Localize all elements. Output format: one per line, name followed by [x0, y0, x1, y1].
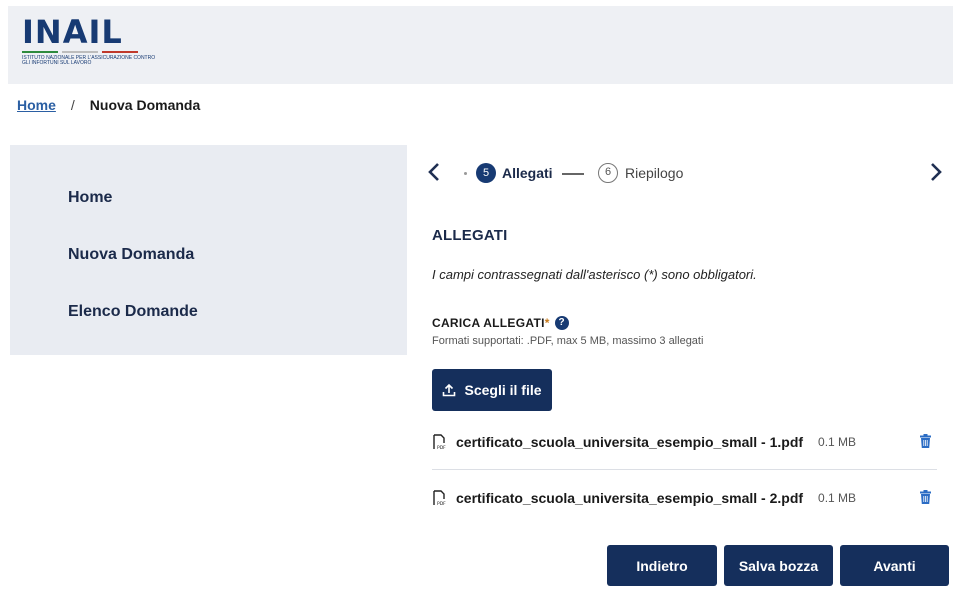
- logo-subtitle: ISTITUTO NAZIONALE PER L'ASSICURAZIONE C…: [22, 55, 156, 66]
- sidebar-item-home[interactable]: Home: [68, 189, 112, 207]
- upload-label-text: CARICA ALLEGATI: [432, 316, 545, 330]
- required-fields-note: I campi contrassegnati dall'asterisco (*…: [432, 267, 757, 282]
- help-icon[interactable]: ?: [554, 316, 569, 330]
- logo-wordmark: INAIL: [22, 13, 123, 51]
- upload-field-label: CARICA ALLEGATI * ?: [432, 316, 569, 330]
- sidebar-item-elenco-domande[interactable]: Elenco Domande: [68, 303, 198, 321]
- upload-icon: [443, 383, 456, 397]
- step-5-number: 5: [476, 163, 496, 183]
- file-row: PDF certificato_scuola_universita_esempi…: [432, 432, 937, 452]
- pdf-file-icon: PDF: [433, 434, 446, 450]
- required-asterisk: *: [544, 316, 550, 330]
- pdf-file-icon: PDF: [433, 490, 446, 506]
- file-name: certificato_scuola_universita_esempio_sm…: [456, 490, 804, 506]
- logo-tricolor-bars: [22, 51, 162, 53]
- file-row: PDF certificato_scuola_universita_esempi…: [432, 488, 937, 508]
- file-size: 0.1 MB: [818, 491, 857, 505]
- upload-hint: Formati supportati: .PDF, max 5 MB, mass…: [432, 335, 704, 347]
- save-draft-button[interactable]: Salva bozza: [724, 545, 833, 586]
- next-button[interactable]: Avanti: [840, 545, 949, 586]
- choose-file-label: Scegli il file: [464, 382, 542, 398]
- trash-icon[interactable]: [920, 434, 931, 448]
- breadcrumb-home-link[interactable]: Home: [17, 97, 56, 113]
- inail-logo[interactable]: INAIL ISTITUTO NAZIONALE PER L'ASSICURAZ…: [22, 16, 162, 66]
- breadcrumb: Home / Nuova Domanda: [17, 97, 200, 113]
- step-connector: [562, 173, 584, 175]
- chevron-right-icon[interactable]: [930, 162, 942, 186]
- file-name: certificato_scuola_universita_esempio_sm…: [456, 434, 804, 450]
- step-6-number: 6: [598, 163, 618, 183]
- step-5-label: Allegati: [502, 165, 553, 181]
- step-dot: [464, 172, 467, 175]
- breadcrumb-separator: /: [70, 97, 75, 113]
- trash-icon[interactable]: [920, 490, 931, 504]
- step-6-label: Riepilogo: [625, 165, 684, 181]
- back-button[interactable]: Indietro: [607, 545, 717, 586]
- svg-text:PDF: PDF: [437, 445, 446, 450]
- chevron-left-icon[interactable]: [428, 162, 440, 186]
- file-divider: [432, 469, 937, 470]
- stepper: 5 Allegati 6 Riepilogo: [428, 162, 948, 186]
- site-header: INAIL ISTITUTO NAZIONALE PER L'ASSICURAZ…: [8, 6, 953, 84]
- choose-file-button[interactable]: Scegli il file: [432, 369, 552, 411]
- svg-text:PDF: PDF: [437, 501, 446, 506]
- file-size: 0.1 MB: [818, 435, 857, 449]
- section-title: ALLEGATI: [432, 227, 508, 244]
- breadcrumb-current: Nuova Domanda: [89, 97, 201, 113]
- sidebar: Home Nuova Domanda Elenco Domande: [10, 145, 407, 355]
- sidebar-item-nuova-domanda[interactable]: Nuova Domanda: [68, 246, 194, 264]
